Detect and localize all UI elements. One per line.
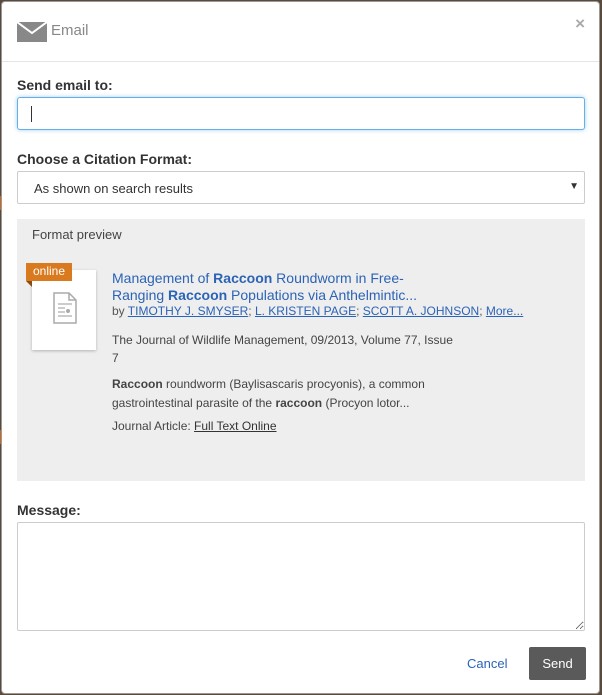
message-label: Message: xyxy=(17,502,81,518)
message-textarea[interactable] xyxy=(17,522,585,631)
format-preview: Format preview online Management of Racc… xyxy=(17,219,585,481)
record-type: Journal Article: Full Text Online xyxy=(112,419,277,433)
send-button[interactable]: Send xyxy=(529,647,586,680)
cancel-button[interactable]: Cancel xyxy=(467,656,507,671)
record-title-link[interactable]: Management of Raccoon Roundworm in Free-… xyxy=(112,270,447,304)
email-label: Send email to: xyxy=(17,77,113,93)
online-badge: online xyxy=(26,263,73,281)
citation-format-select[interactable]: As shown on search results ▼ xyxy=(17,171,585,204)
chevron-down-icon: ▼ xyxy=(569,181,579,192)
citation-format-value: As shown on search results xyxy=(34,181,193,196)
full-text-link[interactable]: Full Text Online xyxy=(194,419,276,433)
citation-format-label: Choose a Citation Format: xyxy=(17,151,193,167)
more-authors-link[interactable]: More... xyxy=(486,304,523,318)
badge-fold xyxy=(26,281,32,287)
author-link[interactable]: TIMOTHY J. SMYSER xyxy=(128,304,248,318)
record-source: The Journal of Wildlife Management, 09/2… xyxy=(112,333,453,365)
author-link[interactable]: SCOTT A. JOHNSON xyxy=(363,304,479,318)
text-caret xyxy=(31,106,32,122)
record-snippet: Raccoon roundworm (Baylisascaris procyon… xyxy=(112,377,425,410)
author-link[interactable]: L. KRISTEN PAGE xyxy=(255,304,356,318)
format-preview-title: Format preview xyxy=(32,227,122,242)
email-dialog: Email × Send email to: Choose a Citation… xyxy=(1,1,600,694)
document-icon xyxy=(53,292,77,324)
envelope-icon xyxy=(17,22,47,42)
dialog-header: Email × xyxy=(2,2,599,62)
dialog-title: Email xyxy=(51,22,89,39)
close-button[interactable]: × xyxy=(575,14,585,34)
record-authors: by TIMOTHY J. SMYSER; L. KRISTEN PAGE; S… xyxy=(112,304,524,318)
email-input[interactable] xyxy=(17,97,585,130)
